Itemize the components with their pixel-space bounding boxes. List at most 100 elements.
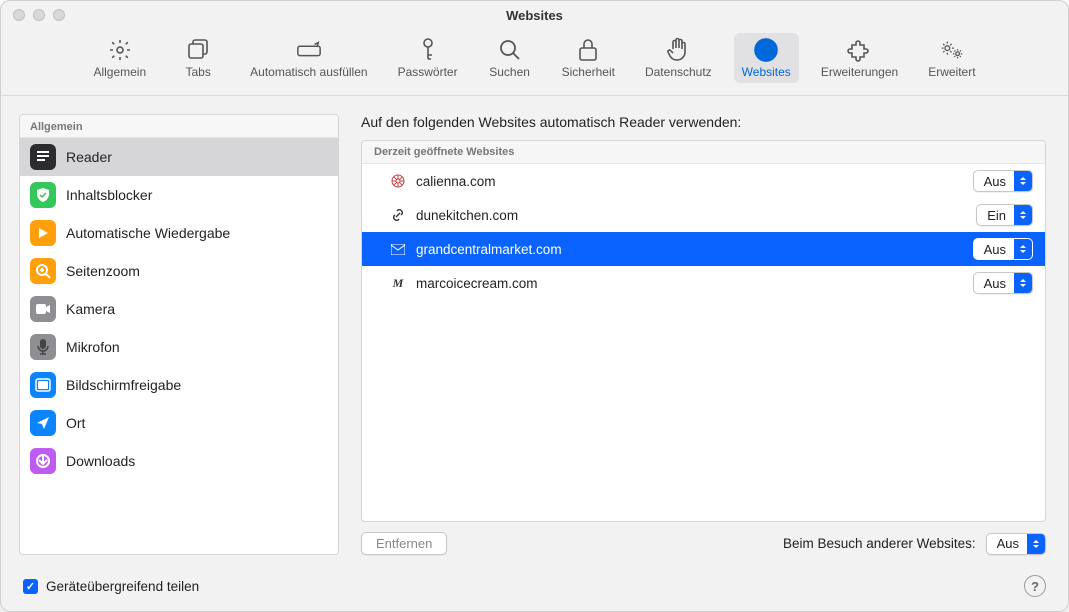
list-section-header: Derzeit geöffnete Websites: [362, 141, 1045, 164]
gear-icon: [107, 37, 133, 63]
key-icon: [415, 37, 441, 63]
popup-value: Aus: [987, 536, 1027, 551]
zoom-icon: [30, 258, 56, 284]
list-footer-row: Entfernen Beim Besuch anderer Websites: …: [361, 522, 1046, 555]
website-setting-popup[interactable]: Aus: [973, 238, 1033, 260]
toolbar-label: Erweiterungen: [821, 65, 898, 79]
toolbar-label: Passwörter: [398, 65, 458, 79]
sidebar-item-ort[interactable]: Ort: [20, 404, 338, 442]
window-controls: [13, 9, 65, 21]
toolbar-label: Tabs: [185, 65, 210, 79]
shield-check-icon: [30, 182, 56, 208]
puzzle-icon: [847, 37, 873, 63]
toolbar-suchen[interactable]: Suchen: [480, 33, 540, 83]
website-domain: dunekitchen.com: [416, 208, 966, 223]
default-setting-popup[interactable]: Aus: [986, 533, 1046, 555]
search-icon: [497, 37, 523, 63]
chevron-updown-icon: [1014, 205, 1032, 225]
toolbar-automatisch-ausfüllen[interactable]: Automatisch ausfüllen: [242, 33, 375, 83]
favicon: [390, 207, 406, 223]
camera-icon: [30, 296, 56, 322]
help-button[interactable]: ?: [1024, 575, 1046, 597]
sidebar-item-reader[interactable]: Reader: [20, 138, 338, 176]
sidebar-item-inhaltsblocker[interactable]: Inhaltsblocker: [20, 176, 338, 214]
toolbar-sicherheit[interactable]: Sicherheit: [554, 33, 623, 83]
toolbar-tabs[interactable]: Tabs: [168, 33, 228, 83]
sidebar-item-label: Reader: [66, 149, 112, 165]
mic-icon: [30, 334, 56, 360]
sidebar-item-seitenzoom[interactable]: Seitenzoom: [20, 252, 338, 290]
sidebar-item-label: Seitenzoom: [66, 263, 140, 279]
sidebar-item-label: Automatische Wiedergabe: [66, 225, 230, 241]
popup-value: Aus: [974, 174, 1014, 189]
toolbar-datenschutz[interactable]: Datenschutz: [637, 33, 720, 83]
autofill-icon: [296, 37, 322, 63]
sidebar-item-automatische-wiedergabe[interactable]: Automatische Wiedergabe: [20, 214, 338, 252]
minimize-window-button[interactable]: [33, 9, 45, 21]
zoom-window-button[interactable]: [53, 9, 65, 21]
websites-list: Derzeit geöffnete Websites calienna.com …: [361, 140, 1046, 522]
content-area: Allgemein Reader Inhaltsblocker Automatisc…: [1, 96, 1068, 565]
category-sidebar[interactable]: Allgemein Reader Inhaltsblocker Automatisc…: [19, 114, 339, 555]
website-domain: calienna.com: [416, 174, 963, 189]
titlebar: Websites: [1, 1, 1068, 29]
toolbar-erweiterungen[interactable]: Erweiterungen: [813, 33, 906, 83]
toolbar-erweitert[interactable]: Erweitert: [920, 33, 983, 83]
list-body[interactable]: calienna.com Aus dunekitchen.com Ein gra…: [362, 164, 1045, 521]
remove-button[interactable]: Entfernen: [361, 532, 447, 555]
main-panel: Auf den folgenden Websites automatisch R…: [339, 114, 1046, 555]
chevron-updown-icon: [1014, 273, 1032, 293]
checkbox-label: Geräteübergreifend teilen: [46, 579, 199, 594]
toolbar-allgemein[interactable]: Allgemein: [85, 33, 154, 83]
sidebar-section-header: Allgemein: [20, 115, 338, 138]
popup-value: Aus: [974, 276, 1014, 291]
toolbar-label: Sicherheit: [562, 65, 615, 79]
sidebar-item-downloads[interactable]: Downloads: [20, 442, 338, 480]
play-icon: [30, 220, 56, 246]
toolbar-label: Erweitert: [928, 65, 975, 79]
close-window-button[interactable]: [13, 9, 25, 21]
sidebar-item-bildschirmfreigabe[interactable]: Bildschirmfreigabe: [20, 366, 338, 404]
website-row[interactable]: M marcoicecream.com Aus: [362, 266, 1045, 300]
chevron-updown-icon: [1027, 534, 1045, 554]
website-row[interactable]: calienna.com Aus: [362, 164, 1045, 198]
sidebar-item-label: Kamera: [66, 301, 115, 317]
preferences-toolbar: Allgemein Tabs Automatisch ausfüllen Passwö…: [1, 29, 1068, 96]
website-setting-popup[interactable]: Ein: [976, 204, 1033, 226]
panel-heading: Auf den folgenden Websites automatisch R…: [361, 114, 1046, 130]
window-title: Websites: [1, 8, 1068, 23]
sidebar-item-kamera[interactable]: Kamera: [20, 290, 338, 328]
toolbar-label: Automatisch ausfüllen: [250, 65, 367, 79]
sidebar-item-label: Mikrofon: [66, 339, 120, 355]
download-icon: [30, 448, 56, 474]
hand-icon: [665, 37, 691, 63]
website-domain: marcoicecream.com: [416, 276, 963, 291]
chevron-updown-icon: [1014, 171, 1032, 191]
website-domain: grandcentralmarket.com: [416, 242, 963, 257]
reader-icon: [30, 144, 56, 170]
location-icon: [30, 410, 56, 436]
share-across-devices-checkbox[interactable]: Geräteübergreifend teilen: [23, 579, 199, 594]
website-row[interactable]: grandcentralmarket.com Aus: [362, 232, 1045, 266]
favicon: M: [390, 275, 406, 291]
website-row[interactable]: dunekitchen.com Ein: [362, 198, 1045, 232]
sidebar-item-mikrofon[interactable]: Mikrofon: [20, 328, 338, 366]
window-footer: Geräteübergreifend teilen ?: [1, 565, 1068, 611]
sidebar-item-label: Ort: [66, 415, 85, 431]
favicon: [390, 241, 406, 257]
website-setting-popup[interactable]: Aus: [973, 170, 1033, 192]
sidebar-item-label: Inhaltsblocker: [66, 187, 152, 203]
toolbar-label: Allgemein: [93, 65, 146, 79]
toolbar-websites[interactable]: Websites: [734, 33, 799, 83]
favicon: [390, 173, 406, 189]
preferences-window: Websites Allgemein Tabs Automatisch ausfül…: [0, 0, 1069, 612]
checkbox-icon: [23, 579, 38, 594]
website-setting-popup[interactable]: Aus: [973, 272, 1033, 294]
tabs-icon: [185, 37, 211, 63]
gears-icon: [939, 37, 965, 63]
popup-value: Aus: [974, 242, 1014, 257]
screenshare-icon: [30, 372, 56, 398]
globe-icon: [753, 37, 779, 63]
sidebar-item-label: Downloads: [66, 453, 135, 469]
toolbar-passwörter[interactable]: Passwörter: [390, 33, 466, 83]
